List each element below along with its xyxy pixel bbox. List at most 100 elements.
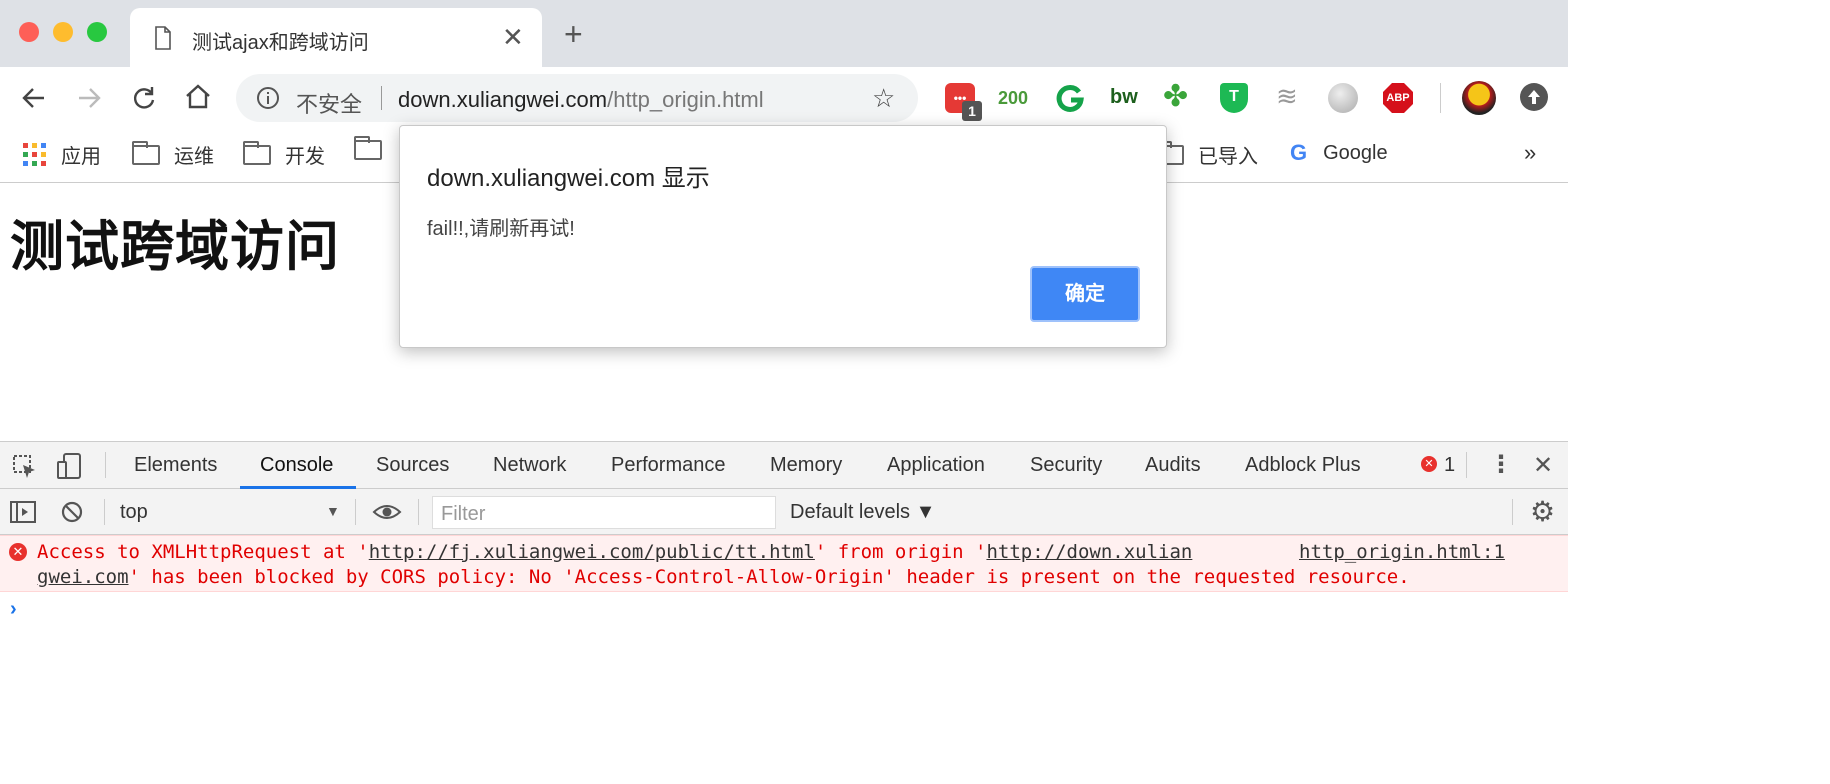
error-count-icon[interactable]: ✕ bbox=[1421, 456, 1437, 472]
extension-badge: 1 bbox=[962, 101, 982, 121]
maximize-window-button[interactable] bbox=[87, 22, 107, 42]
globe-icon[interactable] bbox=[1328, 83, 1358, 113]
alert-dialog: down.xuliangwei.com 显示 fail!!,请刷新再试! 确定 bbox=[399, 125, 1167, 348]
more-options-icon[interactable]: ⋮ bbox=[1489, 450, 1513, 479]
address-bar[interactable]: 不安全 down.xuliangwei.com/http_origin.html… bbox=[236, 74, 918, 122]
tab-network[interactable]: Network bbox=[493, 454, 566, 477]
ok-button[interactable]: 确定 bbox=[1030, 266, 1140, 322]
clover-icon[interactable]: ✤ bbox=[1163, 79, 1188, 114]
minimize-window-button[interactable] bbox=[53, 22, 73, 42]
tab-title: 测试ajax和跨域访问 bbox=[192, 32, 369, 54]
tab-security[interactable]: Security bbox=[1030, 454, 1102, 477]
tab-application[interactable]: Application bbox=[887, 454, 985, 477]
error-text: ' has been blocked by CORS policy: No 'A… bbox=[128, 566, 1410, 588]
divider bbox=[104, 499, 105, 525]
error-text: ' from origin ' bbox=[814, 541, 987, 563]
error-line-2: gwei.com' has been blocked by CORS polic… bbox=[37, 566, 1410, 588]
omnibox-separator bbox=[381, 86, 382, 110]
context-select[interactable]: top bbox=[120, 501, 148, 524]
folder-icon bbox=[243, 140, 271, 165]
grammarly-icon[interactable] bbox=[1055, 83, 1085, 113]
new-tab-button[interactable]: + bbox=[564, 18, 583, 50]
divider bbox=[355, 499, 356, 525]
console-error-message: ✕ Access to XMLHttpRequest at 'http://fj… bbox=[0, 535, 1568, 592]
close-devtools-icon[interactable]: ✕ bbox=[1533, 451, 1553, 480]
tab-console[interactable]: Console bbox=[260, 454, 333, 477]
filter-input[interactable]: Filter bbox=[432, 496, 776, 529]
bookmark-folder-hidden[interactable] bbox=[354, 136, 396, 160]
error-text: Access to XMLHttpRequest at ' bbox=[37, 541, 369, 563]
bookmark-folder-dev[interactable]: 开发 bbox=[243, 140, 325, 169]
origin-url-link[interactable]: gwei.com bbox=[37, 566, 129, 588]
tab-sources[interactable]: Sources bbox=[376, 454, 449, 477]
bookmark-folder-label: 运维 bbox=[174, 146, 214, 168]
tab-audits[interactable]: Audits bbox=[1145, 454, 1201, 477]
folder-icon bbox=[132, 140, 160, 165]
info-icon[interactable] bbox=[256, 86, 280, 110]
bookmark-google-label: Google bbox=[1323, 141, 1388, 164]
browser-tab[interactable]: 测试ajax和跨域访问 ✕ bbox=[130, 8, 542, 67]
tab-close-icon[interactable]: ✕ bbox=[502, 22, 524, 53]
folder-icon bbox=[354, 136, 382, 160]
bookmark-apps[interactable]: 应用 bbox=[23, 140, 101, 169]
shield-extension-icon[interactable]: T bbox=[1220, 83, 1248, 113]
eye-icon[interactable] bbox=[372, 502, 402, 522]
bookmark-folder-label: 已导入 bbox=[1198, 146, 1258, 168]
tab-elements[interactable]: Elements bbox=[134, 454, 217, 477]
google-icon: G bbox=[1290, 140, 1308, 165]
back-icon[interactable] bbox=[20, 84, 48, 112]
error-url-link[interactable]: http://fj.xuliangwei.com/public/tt.html bbox=[369, 541, 815, 563]
dialog-message: fail!!,请刷新再试! bbox=[427, 218, 575, 240]
security-label[interactable]: 不安全 bbox=[296, 87, 362, 119]
devtools-panel: Elements Console Sources Network Perform… bbox=[0, 441, 1568, 652]
browser-toolbar: 不安全 down.xuliangwei.com/http_origin.html… bbox=[0, 67, 1568, 129]
console-settings-gear-icon[interactable]: ⚙ bbox=[1530, 495, 1555, 528]
bookmark-folder-ops[interactable]: 运维 bbox=[132, 140, 214, 169]
toolbar-divider bbox=[1440, 83, 1441, 113]
extension-200-icon[interactable]: 200 bbox=[998, 88, 1028, 109]
bookmark-folder-imported[interactable]: 已导入 bbox=[1156, 140, 1258, 169]
source-location-link[interactable]: http_origin.html:1 bbox=[1299, 541, 1505, 563]
tab-memory[interactable]: Memory bbox=[770, 454, 842, 477]
url-host: down.xuliangwei.com bbox=[398, 87, 608, 112]
reload-icon[interactable] bbox=[130, 84, 158, 112]
url-text[interactable]: down.xuliangwei.com/http_origin.html bbox=[398, 87, 764, 113]
console-toolbar: top ▼ Filter Default levels ▼ ⚙ bbox=[0, 489, 1568, 535]
page-icon bbox=[155, 26, 171, 50]
home-icon[interactable] bbox=[184, 83, 212, 111]
divider bbox=[418, 499, 419, 525]
divider bbox=[105, 452, 106, 478]
error-count[interactable]: 1 bbox=[1444, 454, 1455, 477]
console-prompt[interactable]: › bbox=[10, 598, 17, 621]
page-heading: 测试跨域访问 bbox=[10, 217, 340, 277]
tab-performance[interactable]: Performance bbox=[611, 454, 726, 477]
devtools-tab-bar: Elements Console Sources Network Perform… bbox=[0, 442, 1568, 489]
context-dropdown-icon[interactable]: ▼ bbox=[326, 503, 340, 519]
bookmarks-overflow-button[interactable]: » bbox=[1524, 140, 1536, 166]
clear-console-icon[interactable] bbox=[61, 501, 83, 523]
show-sidebar-icon[interactable] bbox=[10, 501, 36, 523]
close-window-button[interactable] bbox=[19, 22, 39, 42]
tab-adblock-plus[interactable]: Adblock Plus bbox=[1245, 454, 1361, 477]
url-path: /http_origin.html bbox=[607, 87, 764, 112]
avatar[interactable] bbox=[1462, 81, 1496, 115]
update-icon[interactable] bbox=[1520, 83, 1548, 111]
bw-extension-icon[interactable]: bw bbox=[1110, 86, 1138, 109]
device-toolbar-icon[interactable] bbox=[56, 452, 84, 480]
forward-icon[interactable] bbox=[75, 84, 103, 112]
bookmark-google[interactable]: G Google bbox=[1290, 140, 1388, 166]
apps-grid-icon bbox=[23, 142, 46, 166]
bookmark-star-icon[interactable]: ☆ bbox=[872, 83, 895, 114]
script-extension-icon[interactable]: ≋ bbox=[1276, 81, 1298, 112]
divider bbox=[1466, 452, 1467, 478]
bookmark-apps-label: 应用 bbox=[61, 146, 101, 168]
error-line-1: Access to XMLHttpRequest at 'http://fj.x… bbox=[37, 541, 1192, 563]
title-bar: 测试ajax和跨域访问 ✕ + bbox=[0, 0, 1568, 67]
bookmark-folder-label: 开发 bbox=[285, 146, 325, 168]
dialog-title: down.xuliangwei.com 显示 bbox=[427, 165, 710, 192]
adblock-plus-icon[interactable]: ABP bbox=[1383, 83, 1413, 113]
origin-url-link[interactable]: http://down.xulian bbox=[986, 541, 1192, 563]
inspect-element-icon[interactable] bbox=[12, 454, 38, 480]
log-levels-dropdown[interactable]: Default levels ▼ bbox=[790, 501, 935, 524]
divider bbox=[1512, 499, 1513, 525]
